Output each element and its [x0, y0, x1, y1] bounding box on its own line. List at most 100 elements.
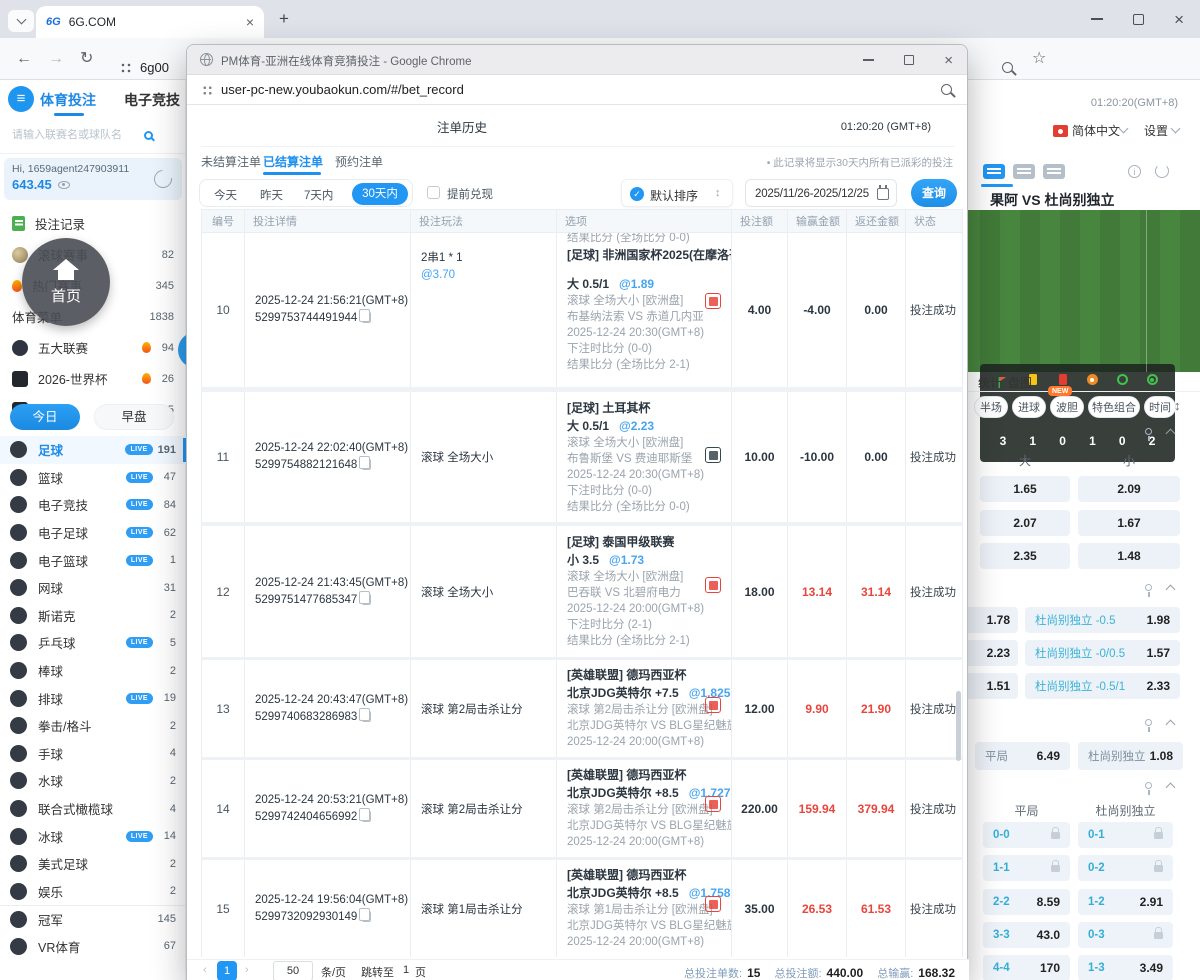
reload-icon[interactable]: ↻ [80, 49, 93, 69]
copy-icon[interactable] [359, 456, 372, 470]
window-close-icon[interactable]: × [1174, 11, 1184, 28]
sidebar-item-top5-leagues[interactable]: 五大联赛 94 [0, 332, 186, 363]
nav-tab-esports[interactable]: 电子竞技 [124, 90, 180, 110]
market-pill-time[interactable]: 时间 [1144, 396, 1176, 418]
odds-cell[interactable]: 2.07 [980, 510, 1070, 536]
bookmark-star-icon[interactable]: ☆ [1032, 49, 1046, 69]
market-pill-halftime[interactable]: 半场 [974, 396, 1008, 418]
popup-minimize-icon[interactable] [863, 59, 875, 61]
copy-icon[interactable] [359, 590, 372, 605]
tab-search-button[interactable] [8, 10, 34, 32]
copy-icon[interactable] [359, 707, 372, 722]
sidebar-item-football[interactable]: 足球 LIVE 191 [0, 436, 186, 464]
pin-icon[interactable] [1145, 782, 1152, 795]
date-range-picker[interactable]: 2025/11/26-2025/12/25 [745, 179, 897, 207]
odds-cell[interactable]: 杜尚别独立 -0.5/1 2.33 [1025, 673, 1180, 699]
tab-close-icon[interactable]: × [246, 15, 254, 29]
odds-cell[interactable]: 1.51 [960, 673, 1018, 699]
info-icon[interactable]: i [1128, 165, 1141, 178]
odds-cell[interactable]: 1.65 [980, 476, 1070, 502]
sidebar-item-ice-hockey[interactable]: 冰球 LIVE 14 [0, 822, 186, 850]
address-bar[interactable]: 6g00 [140, 60, 169, 75]
sidebar-item-outrights[interactable]: 冠军 145 [0, 905, 186, 933]
sidebar-item-worldcup-2026[interactable]: 2026-世界杯 26 [0, 363, 186, 394]
sidebar-item-baseball[interactable]: 棒球 2 [0, 657, 186, 685]
table-scrollbar[interactable] [956, 691, 961, 761]
filter-7days[interactable]: 7天内 [304, 187, 333, 203]
odds-cell[interactable]: 杜尚别独立 -0/0.5 1.57 [1025, 640, 1180, 666]
match-detail-icon[interactable] [705, 447, 721, 463]
search-icon[interactable] [144, 131, 153, 140]
sidebar-item-ebasketball[interactable]: 电子篮球 LIVE 1 [0, 546, 186, 574]
sidebar-item-american-football[interactable]: 美式足球 2 [0, 850, 186, 878]
market-pill-goals[interactable]: 进球 [1012, 396, 1046, 418]
filter-yesterday[interactable]: 昨天 [260, 187, 283, 203]
search-input[interactable] [10, 128, 128, 142]
sidebar-item-entertainment[interactable]: 娱乐 2 [0, 878, 186, 906]
view-toggle-grid-icon[interactable] [1043, 164, 1065, 179]
sidebar-item-snooker[interactable]: 斯诺克 2 [0, 602, 186, 630]
tab-pitch[interactable]: 盘图 [1008, 374, 1032, 391]
odds-cell[interactable]: 1.48 [1078, 543, 1180, 569]
jump-page-input[interactable]: 1 [403, 964, 409, 976]
tab-settled[interactable]: 已结算注单 [263, 153, 323, 170]
odds-cell[interactable]: 1.67 [1078, 510, 1180, 536]
language-selector[interactable]: 简体中文 [1072, 122, 1120, 139]
sidebar-item-volleyball[interactable]: 排球 LIVE 19 [0, 684, 186, 712]
odds-cell[interactable]: 2.23 [960, 640, 1018, 666]
tab-stats[interactable]: 统计 [978, 374, 1002, 391]
popup-maximize-icon[interactable] [904, 55, 915, 65]
sidebar-item-efootball[interactable]: 电子足球 LIVE 62 [0, 519, 186, 547]
pin-icon[interactable] [1145, 584, 1152, 597]
window-minimize-icon[interactable] [1091, 18, 1104, 20]
browser-tab[interactable]: 6G 6G.COM × [36, 6, 264, 38]
odds-cell-away[interactable]: 杜尚别独立 1.08 [1078, 742, 1183, 770]
search-button[interactable]: 查询 [911, 179, 957, 207]
collapse-icon[interactable] [1165, 584, 1176, 595]
copy-icon[interactable] [359, 807, 372, 822]
odds-cell[interactable]: 杜尚别独立 -0.5 1.98 [1025, 607, 1180, 633]
next-page-icon[interactable]: › [245, 964, 249, 976]
match-detail-icon[interactable] [705, 697, 721, 713]
market-sort-icon[interactable]: ↕ [1174, 398, 1181, 413]
popup-url[interactable]: user-pc-new.youbaokun.com/#/bet_record [221, 82, 464, 97]
filter-30days[interactable]: 30天内 [352, 183, 408, 205]
forward-icon[interactable]: → [48, 49, 64, 69]
collapse-icon[interactable] [1165, 782, 1176, 793]
page-size-select[interactable]: 50 [273, 961, 313, 980]
sidebar-item-basketball[interactable]: 篮球 LIVE 47 [0, 464, 186, 492]
score-odds-cell[interactable]: 4-4 170 [983, 955, 1070, 980]
settings-selector[interactable]: 设置 [1144, 122, 1168, 139]
sidebar-item-table-tennis[interactable]: 乒乓球 LIVE 5 [0, 629, 186, 657]
refresh-spinner-icon[interactable] [1155, 164, 1169, 178]
sidebar-item-handball[interactable]: 手球 4 [0, 740, 186, 768]
market-pill-specials[interactable]: 特色组合 [1088, 396, 1140, 418]
site-info-icon[interactable] [120, 62, 132, 74]
score-odds-cell[interactable]: 1-2 2.91 [1078, 889, 1173, 915]
score-odds-cell[interactable]: 1-3 3.49 [1078, 955, 1173, 980]
window-maximize-icon[interactable] [1133, 13, 1145, 25]
sidebar-item-bet-record[interactable]: 投注记录 [0, 208, 186, 239]
current-page-button[interactable]: 1 [217, 961, 237, 980]
zoom-icon[interactable] [1002, 62, 1013, 73]
cashout-checkbox[interactable] [427, 186, 440, 199]
popup-title-bar[interactable]: PM体育-亚洲在线体育竞猜投注 - Google Chrome × [187, 45, 967, 75]
market-pill-correct-score[interactable]: 波胆 [1050, 396, 1084, 418]
nav-tab-sports[interactable]: 体育投注 [40, 90, 96, 116]
match-detail-icon[interactable] [705, 293, 721, 309]
tab-reserved[interactable]: 预约注单 [335, 153, 383, 170]
score-odds-cell[interactable]: 3-3 43.0 [983, 922, 1070, 948]
odds-cell-draw[interactable]: 平局 6.49 [975, 742, 1070, 770]
sidebar-item-boxing[interactable]: 拳击/格斗 2 [0, 712, 186, 740]
sidebar-item-esports[interactable]: 电子竞技 LIVE 84 [0, 491, 186, 519]
popup-close-icon[interactable]: × [944, 53, 953, 68]
match-detail-icon[interactable] [705, 577, 721, 593]
odds-cell[interactable]: 2.35 [980, 543, 1070, 569]
sidebar-item-waterpolo[interactable]: 水球 2 [0, 767, 186, 795]
view-toggle-odds-icon[interactable] [983, 164, 1005, 179]
sidebar-item-tennis[interactable]: 网球 31 [0, 574, 186, 602]
match-detail-icon[interactable] [705, 796, 721, 812]
prev-page-icon[interactable]: ‹ [203, 964, 207, 976]
menu-burger-icon[interactable]: ≡ [8, 86, 34, 112]
sort-dropdown[interactable]: ✓ 默认排序 ↕ [621, 179, 733, 207]
